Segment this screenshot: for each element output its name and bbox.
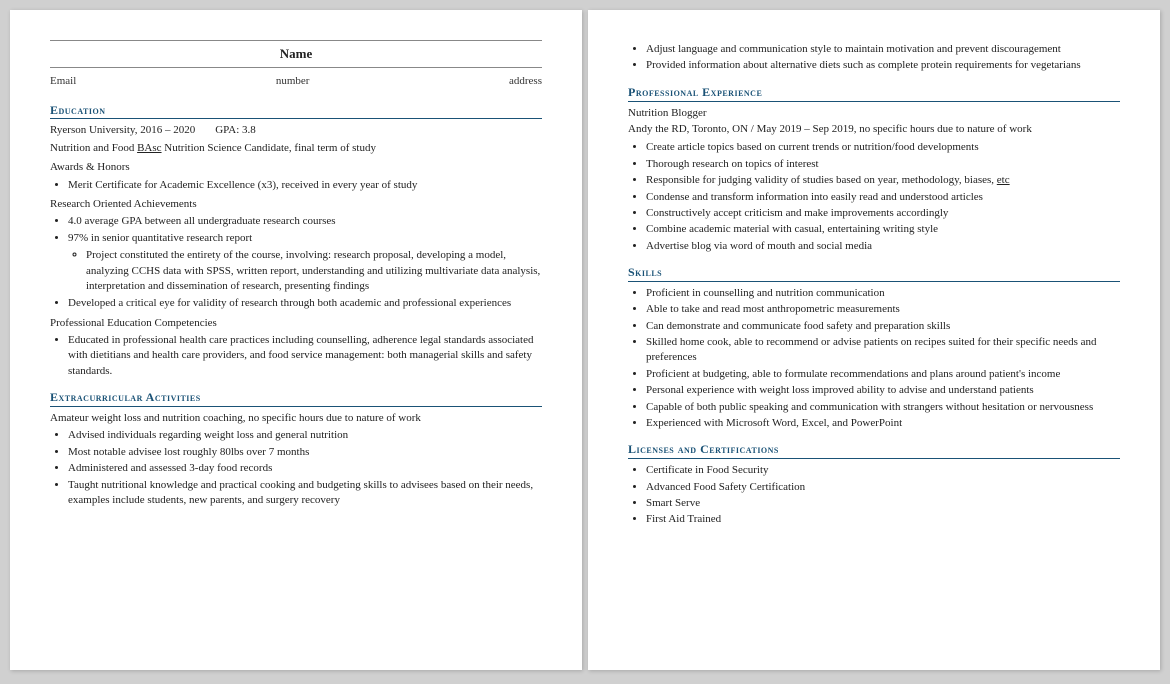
skills-heading: Skills [628,264,1120,282]
list-item: Proficient in counselling and nutrition … [646,286,1120,301]
list-item: Provided information about alternative d… [646,58,1120,73]
research-heading: Research Oriented Achievements [50,197,542,212]
list-item: Experienced with Microsoft Word, Excel, … [646,416,1120,431]
list-item: Smart Serve [646,496,1120,511]
extracurricular-heading: Extracurricular Activities [50,389,542,407]
list-item: Can demonstrate and communicate food saf… [646,319,1120,334]
edu-program-rest: Nutrition Science Candidate, final term … [162,142,376,154]
skills-list: Proficient in counselling and nutrition … [646,286,1120,432]
list-item: First Aid Trained [646,512,1120,527]
research-list: 4.0 average GPA between all undergraduat… [68,214,542,311]
awards-heading: Awards & Honors [50,160,542,175]
awards-list: Merit Certificate for Academic Excellenc… [68,178,542,193]
list-item: Able to take and read most anthropometri… [646,302,1120,317]
prof-exp-list: Create article topics based on current t… [646,140,1120,254]
list-item: Advanced Food Safety Certification [646,480,1120,495]
header-phone: number [276,74,310,89]
extracurricular-list: Advised individuals regarding weight los… [68,428,542,508]
list-item: 97% in senior quantitative research repo… [68,231,542,295]
list-item: Capable of both public speaking and comm… [646,400,1120,415]
etc-underline: etc [997,174,1010,186]
resume-name: Name [50,45,542,63]
competencies-list: Educated in professional health care pra… [68,333,542,379]
edu-gpa: GPA: 3.8 [215,123,256,138]
list-item: Most notable advisee lost roughly 80lbs … [68,445,542,460]
list-item: Adjust language and communication style … [646,42,1120,57]
list-item: 4.0 average GPA between all undergraduat… [68,214,542,229]
education-heading: Education [50,102,542,120]
job-org: Andy the RD, Toronto, ON / May 2019 – Se… [628,122,1120,137]
list-item: Developed a critical eye for validity of… [68,296,542,311]
list-item: Project constituted the entirety of the … [86,248,542,294]
list-item: Advertise blog via word of mouth and soc… [646,239,1120,254]
pages-container: Name Email number address Education Ryer… [10,10,1160,670]
list-item: Combine academic material with casual, e… [646,222,1120,237]
job-title: Nutrition Blogger [628,106,1120,121]
header-contact: Email number address [50,74,542,89]
list-item: Condense and transform information into … [646,190,1120,205]
header-top-line [50,40,542,41]
edu-program-text: Nutrition and Food [50,142,137,154]
list-item: Responsible for judging validity of stud… [646,173,1120,188]
licenses-list: Certificate in Food Security Advanced Fo… [646,463,1120,528]
list-item: Thorough research on topics of interest [646,157,1120,172]
page-1: Name Email number address Education Ryer… [10,10,582,670]
list-item: Taught nutritional knowledge and practic… [68,478,542,509]
edu-program-underline: BAsc [137,142,161,154]
list-item: Create article topics based on current t… [646,140,1120,155]
intro-bullets: Adjust language and communication style … [646,42,1120,74]
list-item: Advised individuals regarding weight los… [68,428,542,443]
prof-exp-heading: Professional Experience [628,84,1120,102]
extracurricular-description: Amateur weight loss and nutrition coachi… [50,411,542,426]
research-sub-list: Project constituted the entirety of the … [86,248,542,294]
edu-university: Ryerson University, 2016 – 2020 [50,123,195,138]
page-2: Adjust language and communication style … [588,10,1160,670]
edu-program: Nutrition and Food BAsc Nutrition Scienc… [50,141,542,156]
edu-university-row: Ryerson University, 2016 – 2020 GPA: 3.8 [50,123,542,138]
list-item: Educated in professional health care pra… [68,333,542,379]
competencies-heading: Professional Education Competencies [50,316,542,331]
list-item: Personal experience with weight loss imp… [646,383,1120,398]
header-bottom-line [50,67,542,68]
header-address: address [509,74,542,89]
list-item: Constructively accept criticism and make… [646,206,1120,221]
list-item: Skilled home cook, able to recommend or … [646,335,1120,366]
list-item: Proficient at budgeting, able to formula… [646,367,1120,382]
licenses-heading: Licenses and Certifications [628,441,1120,459]
header-email: Email [50,74,76,89]
list-item: Administered and assessed 3-day food rec… [68,461,542,476]
list-item: Merit Certificate for Academic Excellenc… [68,178,542,193]
list-item: Certificate in Food Security [646,463,1120,478]
